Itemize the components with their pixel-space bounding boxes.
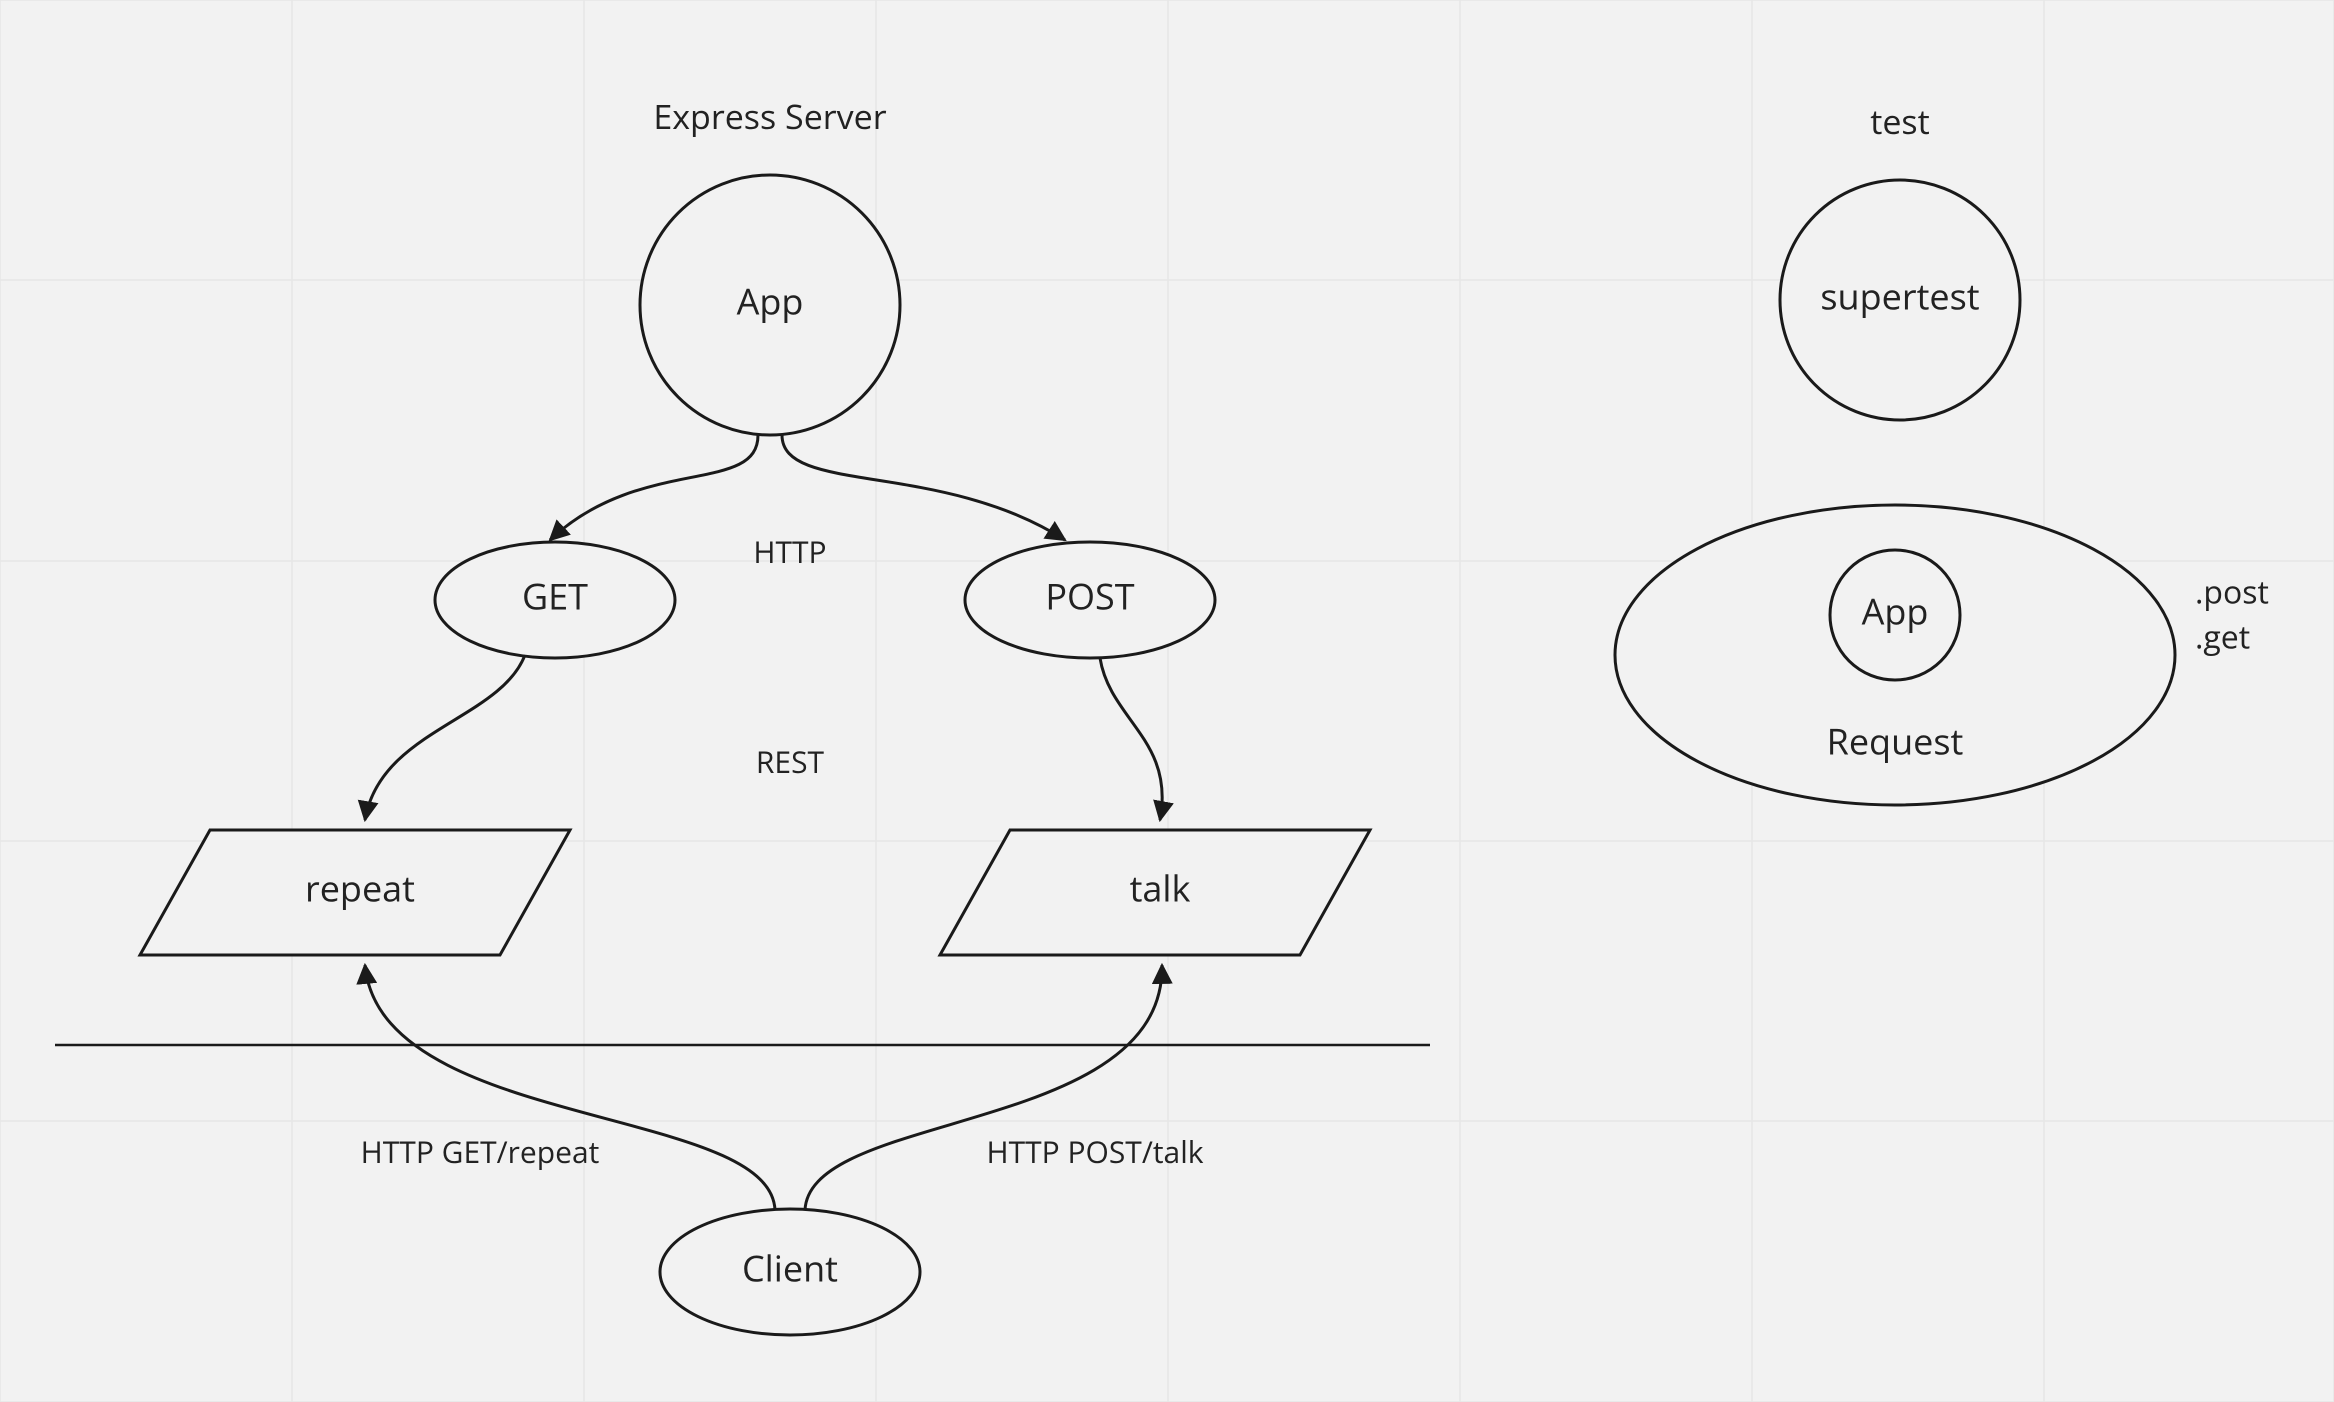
post-method-label: .post [2195, 571, 2269, 614]
client-post-label: HTTP POST/talk [986, 1131, 1203, 1172]
post-node: POST [965, 542, 1215, 658]
get-method-label: .get [2195, 616, 2250, 659]
inner-app-label: App [1862, 587, 1929, 636]
repeat-node: repeat [140, 830, 570, 955]
edge-get-to-repeat [365, 655, 525, 820]
get-label: GET [522, 572, 588, 621]
client-label: Client [742, 1244, 838, 1293]
edge-client-to-talk [805, 965, 1162, 1210]
supertest-label: supertest [1820, 272, 1979, 321]
talk-label: talk [1130, 864, 1191, 913]
client-get-label: HTTP GET/repeat [361, 1131, 600, 1172]
post-label: POST [1045, 572, 1134, 621]
express-server-title: Express Server [653, 93, 886, 139]
right-diagram: test supertest App Request .post .get [1615, 98, 2269, 805]
client-node: Client [660, 1209, 920, 1335]
request-label: Request [1827, 717, 1964, 766]
get-node: GET [435, 542, 675, 658]
repeat-label: repeat [305, 864, 415, 913]
edge-app-to-post [782, 435, 1065, 540]
edge-client-to-repeat [365, 965, 775, 1210]
request-node: App Request [1615, 505, 2175, 805]
http-label: HTTP [753, 531, 826, 572]
supertest-node: supertest [1780, 180, 2020, 420]
rest-label: REST [756, 741, 825, 782]
left-diagram: Express Server App HTTP GET POST REST [55, 93, 1430, 1335]
talk-node: talk [940, 830, 1370, 955]
test-title: test [1870, 98, 1930, 144]
edge-post-to-talk [1100, 658, 1162, 820]
edge-app-to-get [550, 435, 758, 540]
app-label: App [737, 277, 804, 326]
app-node: App [640, 175, 900, 435]
